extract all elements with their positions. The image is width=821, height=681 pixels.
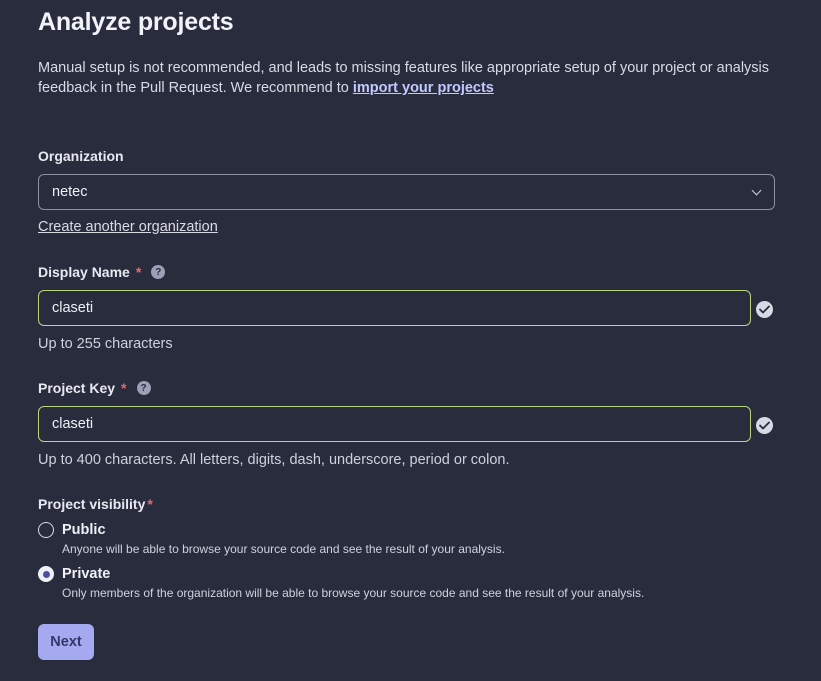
required-asterisk: * bbox=[147, 496, 153, 512]
required-asterisk: * bbox=[121, 380, 127, 396]
radio-description: Only members of the organization will be… bbox=[62, 586, 645, 600]
import-projects-link[interactable]: import your projects bbox=[353, 80, 494, 96]
radio-title: Public bbox=[62, 522, 106, 538]
create-organization-link[interactable]: Create another organization bbox=[38, 219, 218, 235]
next-button[interactable]: Next bbox=[38, 624, 94, 660]
valid-check-icon bbox=[756, 301, 773, 318]
required-asterisk: * bbox=[135, 264, 142, 280]
organization-label: Organization bbox=[38, 148, 124, 164]
display-name-input[interactable]: claseti bbox=[38, 290, 751, 326]
project-key-label: Project Key * ? bbox=[38, 380, 151, 396]
visibility-label: Project visibility * bbox=[38, 496, 153, 512]
organization-select[interactable]: netec bbox=[38, 174, 775, 210]
visibility-option-public[interactable]: Public Anyone will be able to browse you… bbox=[38, 521, 505, 557]
radio-description: Anyone will be able to browse your sourc… bbox=[62, 542, 505, 556]
valid-check-icon bbox=[756, 417, 773, 434]
organization-label-text: Organization bbox=[38, 148, 124, 164]
page-title: Analyze projects bbox=[38, 8, 234, 36]
display-name-label-text: Display Name bbox=[38, 264, 130, 280]
display-name-label: Display Name * ? bbox=[38, 264, 166, 280]
project-key-label-text: Project Key bbox=[38, 380, 116, 396]
visibility-option-private[interactable]: Private Only members of the organization… bbox=[38, 565, 644, 601]
help-icon[interactable]: ? bbox=[136, 381, 151, 395]
help-icon[interactable]: ? bbox=[151, 265, 166, 279]
visibility-label-text: Project visibility bbox=[38, 496, 146, 512]
analyze-projects-page: Analyze projects Manual setup is not rec… bbox=[0, 0, 821, 681]
radio-title: Private bbox=[62, 566, 111, 582]
project-key-value: claseti bbox=[52, 416, 94, 432]
organization-selected-value: netec bbox=[52, 184, 88, 200]
chevron-down-icon bbox=[751, 185, 762, 195]
intro-text: Manual setup is not recommended, and lea… bbox=[38, 58, 778, 98]
display-name-value: claseti bbox=[52, 300, 94, 316]
radio-selected-dot bbox=[42, 570, 50, 578]
project-key-hint: Up to 400 characters. All letters, digit… bbox=[38, 452, 510, 468]
display-name-hint: Up to 255 characters bbox=[38, 336, 173, 352]
project-key-input[interactable]: claseti bbox=[38, 406, 751, 442]
radio-public[interactable] bbox=[38, 522, 54, 538]
radio-private[interactable] bbox=[38, 566, 54, 582]
